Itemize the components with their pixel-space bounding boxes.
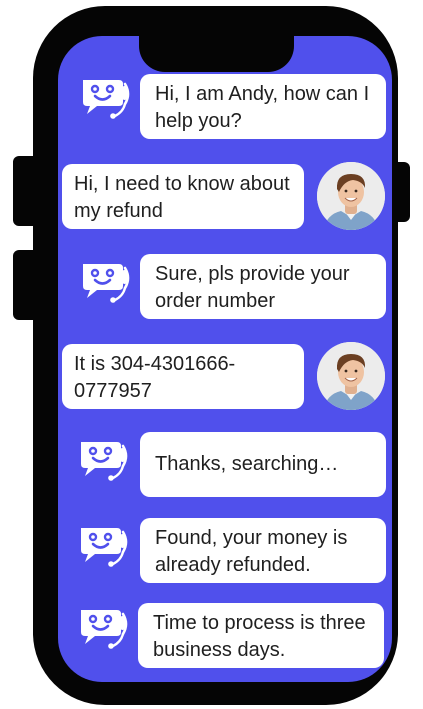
user-avatar (317, 162, 385, 230)
chatbot-icon (77, 438, 131, 482)
chatbot-icon (77, 606, 131, 650)
bot-message: Found, your money is already refunded. (140, 518, 386, 583)
user-avatar (317, 342, 385, 410)
chatbot-icon (79, 76, 133, 120)
bot-message: Time to process is three business days. (138, 603, 384, 668)
bot-message: Thanks, searching… (140, 432, 386, 497)
chatbot-icon (77, 524, 131, 568)
user-message: Hi, I need to know about my refund (62, 164, 304, 229)
bot-message: Hi, I am Andy, how can I help you? (140, 74, 386, 139)
bot-message: Sure, pls provide your order number (140, 254, 386, 319)
user-message: It is 304-4301666-0777957 (62, 344, 304, 409)
chatbot-icon (79, 260, 133, 304)
phone-notch (139, 20, 294, 72)
